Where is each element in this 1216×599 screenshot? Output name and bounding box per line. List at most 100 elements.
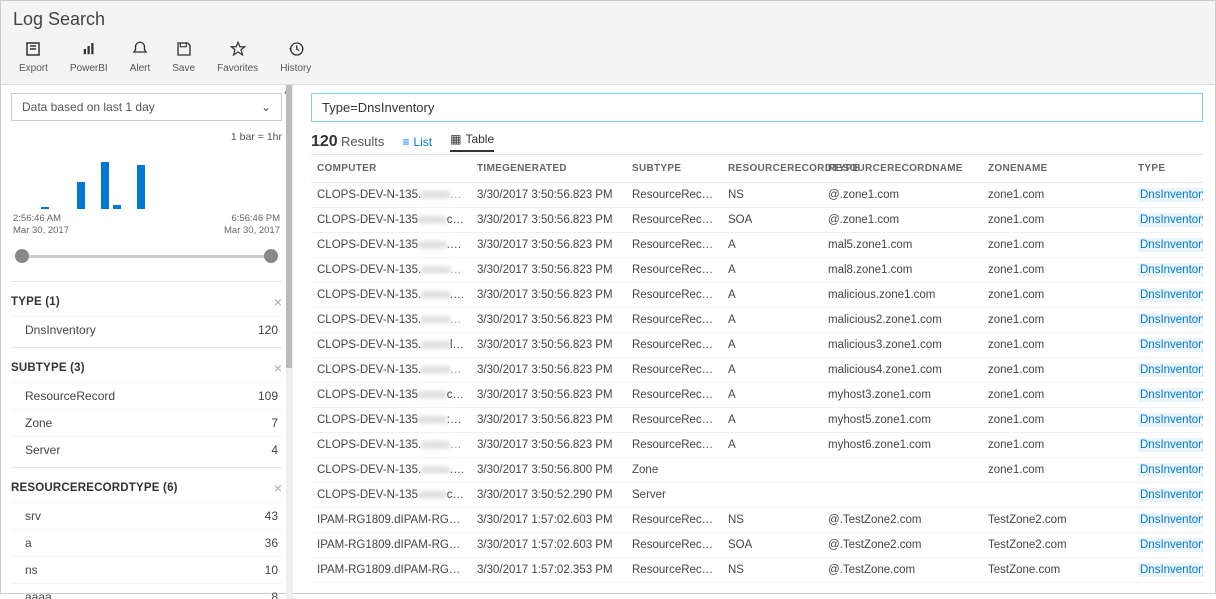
facet-item-count: 36 [265, 536, 278, 550]
view-list-toggle[interactable]: ≡ List [402, 135, 432, 149]
type-link[interactable]: DnsInventory [1138, 188, 1203, 202]
cell-recname: @.TestZone.com [822, 558, 982, 583]
type-link[interactable]: DnsInventory [1138, 438, 1203, 452]
type-link[interactable]: DnsInventory [1138, 538, 1203, 552]
query-input[interactable] [311, 93, 1203, 122]
cell-recname: mal5.zone1.com [822, 233, 982, 258]
table-row[interactable]: IPAM-RG1809.dIPAM-RG1808.ipa…3/30/2017 1… [311, 533, 1203, 558]
table-row[interactable]: CLOPS-DEV-N-135.xxxxxcorp…3/30/2017 3:50… [311, 258, 1203, 283]
table-row[interactable]: CLOPS-DEV-N-135xxxxx.corp…3/30/2017 3:50… [311, 233, 1203, 258]
facet-item[interactable]: Zone7 [11, 409, 282, 436]
cell-zone: TestZone.com [982, 558, 1132, 583]
facet-item[interactable]: aaaa8 [11, 583, 282, 599]
column-header[interactable]: ZONENAME [982, 155, 1132, 183]
tool-label: Alert [130, 63, 151, 74]
history-button[interactable]: History [280, 40, 311, 74]
facet-item[interactable]: srv43 [11, 502, 282, 529]
facet-item[interactable]: Server4 [11, 436, 282, 463]
column-header[interactable]: SUBTYPE [626, 155, 722, 183]
favorites-button[interactable]: Favorites [217, 40, 258, 74]
tool-label: Export [19, 63, 48, 74]
cell-time: 3/30/2017 3:50:52.290 PM [471, 483, 626, 508]
sidebar-scrollbar[interactable] [286, 85, 292, 599]
column-header[interactable]: RESOURCERECORDTYPE [722, 155, 822, 183]
powerbi-button[interactable]: PowerBI [70, 40, 108, 74]
table-row[interactable]: CLOPS-DEV-N-135xxxxx:orp…3/30/2017 3:50:… [311, 408, 1203, 433]
time-scope-dropdown[interactable]: Data based on last 1 day ⌄ [11, 93, 282, 121]
cell-computer: CLOPS-DEV-N-135xxxxxcorp… [311, 208, 471, 233]
cell-type: DnsInventory [1132, 458, 1203, 483]
cell-rectype: A [722, 383, 822, 408]
facet-item-count: 4 [271, 443, 278, 457]
type-link[interactable]: DnsInventory [1138, 513, 1203, 527]
save-button[interactable]: Save [172, 40, 195, 74]
export-button[interactable]: Export [19, 40, 48, 74]
column-header[interactable]: COMPUTER [311, 155, 471, 183]
table-row[interactable]: CLOPS-DEV-N-135xxxxxcorp…3/30/2017 3:50:… [311, 383, 1203, 408]
facet-close-icon[interactable]: × [274, 480, 282, 496]
facet-item[interactable]: a36 [11, 529, 282, 556]
cell-type: DnsInventory [1132, 508, 1203, 533]
table-row[interactable]: CLOPS-DEV-N-135.xxxxxl.corp…3/30/2017 3:… [311, 333, 1203, 358]
cell-recname: malicious.zone1.com [822, 283, 982, 308]
tool-label: PowerBI [70, 63, 108, 74]
table-row[interactable]: CLOPS-DEV-N-135.xxxxxcorp…3/30/2017 3:50… [311, 308, 1203, 333]
favorites-icon [229, 40, 247, 61]
table-row[interactable]: CLOPS-DEV-N-135.xxxxx.corp…3/30/2017 3:5… [311, 283, 1203, 308]
type-link[interactable]: DnsInventory [1138, 388, 1203, 402]
table-row[interactable]: CLOPS-DEV-N-135xxxxxcorp…3/30/2017 3:50:… [311, 208, 1203, 233]
facet-item[interactable]: ResourceRecord109 [11, 382, 282, 409]
type-link[interactable]: DnsInventory [1138, 288, 1203, 302]
table-row[interactable]: CLOPS-DEV-N-135.xxxxx.corp…3/30/2017 3:5… [311, 458, 1203, 483]
cell-time: 3/30/2017 3:50:56.823 PM [471, 308, 626, 333]
time-scope-label: Data based on last 1 day [22, 100, 155, 114]
table-row[interactable]: IPAM-RG1809.dIPAM-RG1808.ipa…3/30/2017 1… [311, 558, 1203, 583]
column-header[interactable]: RESOURCERECORDNAME [822, 155, 982, 183]
facet-item[interactable]: ns10 [11, 556, 282, 583]
table-row[interactable]: CLOPS-DEV-N-135.xxxxxcorp…3/30/2017 3:50… [311, 358, 1203, 383]
cell-computer: CLOPS-DEV-N-135.xxxxx.corp… [311, 458, 471, 483]
column-header[interactable]: TYPE [1132, 155, 1203, 183]
facet-title: TYPE (1) [11, 296, 60, 308]
type-link[interactable]: DnsInventory [1138, 363, 1203, 377]
alert-button[interactable]: Alert [130, 40, 151, 74]
cell-rectype: A [722, 358, 822, 383]
cell-type: DnsInventory [1132, 233, 1203, 258]
table-row[interactable]: CLOPS-DEV-N-135.xxxxxcorp…3/30/2017 3:50… [311, 183, 1203, 208]
cell-subtype: ResourceRecord [626, 233, 722, 258]
axis-start-time: 2:56:46 AM [13, 213, 69, 225]
save-icon [175, 40, 193, 61]
type-link[interactable]: DnsInventory [1138, 563, 1203, 577]
type-link[interactable]: DnsInventory [1138, 413, 1203, 427]
type-link[interactable]: DnsInventory [1138, 488, 1203, 502]
cell-subtype: ResourceRecord [626, 258, 722, 283]
slider-thumb-start[interactable] [15, 249, 29, 263]
cell-recname: @.TestZone2.com [822, 508, 982, 533]
cell-computer: CLOPS-DEV-N-135.xxxxx.corp… [311, 283, 471, 308]
facet-close-icon[interactable]: × [274, 294, 282, 310]
view-table-toggle[interactable]: ▦ Table [450, 132, 494, 152]
type-link[interactable]: DnsInventory [1138, 213, 1203, 227]
cell-recname: malicious2.zone1.com [822, 308, 982, 333]
cell-zone: zone1.com [982, 383, 1132, 408]
cell-rectype: SOA [722, 533, 822, 558]
type-link[interactable]: DnsInventory [1138, 263, 1203, 277]
time-range-slider[interactable] [15, 247, 278, 267]
cell-time: 3/30/2017 3:50:56.823 PM [471, 333, 626, 358]
cell-rectype: A [722, 333, 822, 358]
facet-item[interactable]: DnsInventory120 [11, 316, 282, 343]
table-row[interactable]: CLOPS-DEV-N-135.xxxxxcorp…3/30/2017 3:50… [311, 433, 1203, 458]
column-header[interactable]: TIMEGENERATED [471, 155, 626, 183]
type-link[interactable]: DnsInventory [1138, 313, 1203, 327]
table-row[interactable]: IPAM-RG1809.dIPAM-RG1808.ipa…3/30/2017 1… [311, 508, 1203, 533]
type-link[interactable]: DnsInventory [1138, 338, 1203, 352]
table-row[interactable]: CLOPS-DEV-N-135xxxxxcorp…3/30/2017 3:50:… [311, 483, 1203, 508]
type-link[interactable]: DnsInventory [1138, 238, 1203, 252]
cell-rectype: NS [722, 183, 822, 208]
cell-rectype: A [722, 283, 822, 308]
facet-close-icon[interactable]: × [274, 360, 282, 376]
facet-item-count: 7 [271, 416, 278, 430]
slider-thumb-end[interactable] [264, 249, 278, 263]
histogram-bar [113, 205, 121, 209]
type-link[interactable]: DnsInventory [1138, 463, 1203, 477]
